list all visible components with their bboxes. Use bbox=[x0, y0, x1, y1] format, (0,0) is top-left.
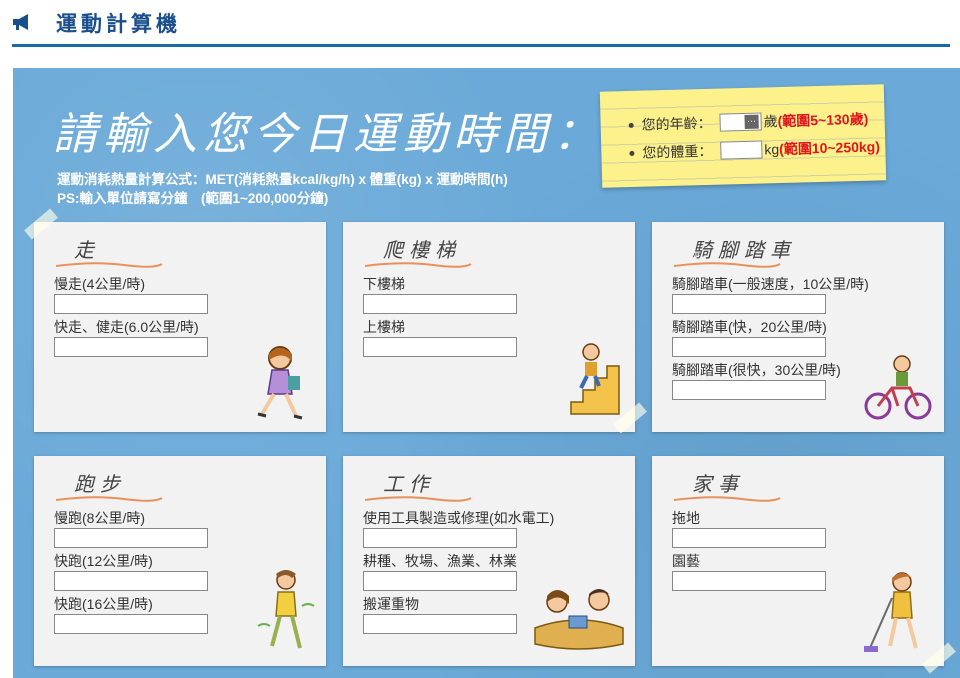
card-cycling: 騎腳踏車 騎腳踏車(一般速度，10公里/時) 騎腳踏車(快，20公里/時) 騎腳… bbox=[652, 222, 944, 432]
cycling-very-fast-input[interactable] bbox=[672, 380, 826, 400]
bullet-icon bbox=[629, 150, 635, 156]
heavy-lifting-input[interactable] bbox=[363, 614, 517, 634]
farming-input[interactable] bbox=[363, 571, 517, 591]
stairs-climber-icon bbox=[570, 343, 620, 415]
formula-line: 運動消耗熱量計算公式：MET(消耗熱量kcal/kg/h) x 體重(kg) x… bbox=[57, 172, 508, 187]
tape-decoration bbox=[24, 208, 58, 240]
field-label: 騎腳踏車(一般速度，10公里/時) bbox=[672, 276, 869, 292]
running-12-input[interactable] bbox=[54, 571, 208, 591]
field-label: 搬運重物 bbox=[363, 596, 419, 612]
weight-label: 您的體重： bbox=[642, 142, 713, 161]
card-running: 跑步 慢跑(8公里/時) 快跑(12公里/時) 快跑(16公里/時) bbox=[34, 456, 326, 666]
underline-icon bbox=[364, 262, 472, 268]
card-title: 爬樓梯 bbox=[383, 238, 461, 262]
formula-note: PS:輸入單位請寫分鐘 (範圍1~200,000分鐘) bbox=[57, 191, 329, 206]
field-label: 騎腳踏車(很快，30公里/時) bbox=[672, 362, 841, 378]
jogging-input[interactable] bbox=[54, 528, 208, 548]
page-header: 運動計算機 bbox=[0, 0, 960, 48]
card-title: 工作 bbox=[383, 472, 435, 496]
downstairs-input[interactable] bbox=[363, 294, 517, 314]
personal-info-note: 您的年齡： 歲 (範圍5~130歲) 您的體重： kg (範圍10~250kg) bbox=[599, 84, 887, 188]
card-title: 走 bbox=[74, 238, 100, 262]
tool-repair-input[interactable] bbox=[363, 528, 517, 548]
underline-icon bbox=[364, 496, 472, 502]
mopping-woman-icon bbox=[864, 572, 918, 652]
header-divider bbox=[12, 44, 950, 47]
age-row: 您的年齡： 歲 (範圍5~130歲) bbox=[628, 109, 868, 135]
card-stairs: 爬樓梯 下樓梯 上樓梯 bbox=[343, 222, 647, 434]
cycling-normal-input[interactable] bbox=[672, 294, 826, 314]
running-16-input[interactable] bbox=[54, 614, 208, 634]
field-label: 使用工具製造或修理(如水電工) bbox=[363, 510, 555, 526]
field-label: 慢跑(8公里/時) bbox=[54, 510, 145, 526]
field-label: 快走、健走(6.0公里/時) bbox=[54, 319, 199, 335]
card-work: 工作 使用工具製造或修理(如水電工) 耕種、牧場、漁業、林業 搬運重物 bbox=[343, 456, 635, 666]
hero-title: 請輸入您今日運動時間： bbox=[53, 109, 603, 160]
card-walk: 走 慢走(4公里/時) 快走、健走(6.0公里/時) bbox=[24, 208, 326, 432]
gardening-input[interactable] bbox=[672, 571, 826, 591]
card-title: 跑步 bbox=[74, 472, 126, 496]
age-range: (範圍5~130歲) bbox=[777, 110, 869, 130]
bullet-icon bbox=[628, 122, 634, 128]
slow-walk-input[interactable] bbox=[54, 294, 208, 314]
walking-girl-icon bbox=[257, 346, 303, 420]
weight-input[interactable] bbox=[720, 140, 763, 160]
weight-unit: kg bbox=[764, 141, 780, 158]
card-title: 家事 bbox=[692, 472, 744, 496]
field-label: 園藝 bbox=[672, 553, 700, 569]
field-label: 快跑(12公里/時) bbox=[54, 553, 153, 569]
page-title: 運動計算機 bbox=[56, 13, 181, 36]
bicycle-rider-icon bbox=[864, 355, 932, 420]
underline-icon bbox=[55, 262, 163, 268]
field-label: 快跑(16公里/時) bbox=[54, 596, 153, 612]
cycling-fast-input[interactable] bbox=[672, 337, 826, 357]
age-unit: 歲 bbox=[763, 113, 778, 130]
age-label: 您的年齡： bbox=[641, 114, 712, 133]
field-label: 騎腳踏車(快，20公里/時) bbox=[672, 319, 827, 335]
field-label: 上樓梯 bbox=[363, 319, 405, 335]
calculator-board: 請輸入您今日運動時間： 運動消耗熱量計算公式：MET(消耗熱量kcal/kg/h… bbox=[13, 68, 960, 678]
upstairs-input[interactable] bbox=[363, 337, 517, 357]
card-title: 騎腳踏車 bbox=[692, 238, 796, 262]
weight-row: 您的體重： kg (範圍10~250kg) bbox=[629, 136, 880, 163]
underline-icon bbox=[55, 496, 163, 502]
brisk-walk-input[interactable] bbox=[54, 337, 208, 357]
office-workers-icon bbox=[534, 589, 624, 650]
underline-icon bbox=[673, 496, 781, 502]
underline-icon bbox=[673, 262, 781, 268]
field-label: 拖地 bbox=[672, 510, 700, 526]
age-input[interactable] bbox=[719, 112, 762, 132]
card-housework: 家事 拖地 園藝 bbox=[652, 456, 956, 674]
field-label: 慢走(4公里/時) bbox=[54, 276, 145, 292]
weight-range: (範圍10~250kg) bbox=[778, 138, 881, 158]
formula-text: 運動消耗熱量計算公式：MET(消耗熱量kcal/kg/h) x 體重(kg) x… bbox=[57, 170, 508, 208]
mopping-input[interactable] bbox=[672, 528, 826, 548]
megaphone-icon bbox=[13, 14, 28, 30]
field-label: 下樓梯 bbox=[363, 276, 405, 292]
running-woman-icon bbox=[257, 570, 315, 649]
field-label: 耕種、牧場、漁業、林業 bbox=[363, 553, 517, 569]
